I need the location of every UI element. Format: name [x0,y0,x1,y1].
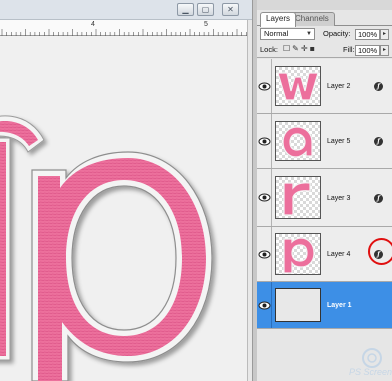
eye-icon[interactable] [258,192,271,203]
chevron-right-icon: ▸ [382,31,386,37]
fill-field[interactable]: 100% [355,45,380,56]
fill-label: Fill: [343,45,355,54]
canvas[interactable] [0,37,247,381]
watermark-text: PS Screen [348,367,392,377]
document-window: ▁ ▢ ✕ 4 5 [0,0,253,381]
palette-tabs: Layers Channels [257,10,392,27]
maximize-icon: ▢ [201,5,210,14]
tab-layers[interactable]: Layers [260,12,297,27]
fill-arrow-button[interactable]: ▸ [380,45,389,56]
opacity-arrow-button[interactable]: ▸ [380,29,389,40]
lock-transparency-icon[interactable]: ☐ [283,44,292,53]
lock-fill-row: Lock: ☐✎✛▪ Fill: 100% ▸ [257,43,392,58]
thumbnail-letter-w [277,72,319,101]
opacity-label: Opacity: [323,29,351,38]
layers-palette: Layers Channels Normal ▼ Opacity: 100% ▸… [257,0,392,381]
lock-label: Lock: [260,45,278,54]
lock-all-icon[interactable]: ▪ [310,44,317,53]
lock-position-icon[interactable]: ✛ [301,44,310,53]
layer-effects-icon[interactable]: ƒ [374,82,383,91]
layer-name[interactable]: Layer 5 [327,138,350,145]
thumbnail-letter-r [283,182,311,216]
chevron-down-icon: ▼ [306,31,312,37]
opacity-field[interactable]: 100% [355,29,380,40]
layer-thumbnail [275,288,321,322]
layer-effects-icon[interactable]: ƒ [374,137,383,146]
warp-p-letter-artwork [0,115,213,381]
eye-icon[interactable] [258,81,271,92]
thumbnail-letter-p [283,237,315,274]
ruler-ticks [1,29,247,36]
layer-name[interactable]: Layer 4 [327,251,350,258]
eye-icon[interactable] [258,300,271,311]
layer-row-layer-1[interactable]: Layer 1 [257,282,392,329]
layer-row-layer-3[interactable]: Layer 3 ƒ [257,169,392,227]
close-icon: ✕ [227,5,234,14]
close-button[interactable]: ✕ [222,3,239,16]
layer-row-layer-2[interactable]: Layer 2 ƒ [257,59,392,114]
layer-effects-icon[interactable]: ƒ [374,194,383,203]
photoshop-screen: ▁ ▢ ✕ 4 5 Layers Channels Normal ▼ Opaci… [0,0,392,381]
layer-name[interactable]: Layer 3 [327,195,350,202]
annotation-circle [368,238,392,265]
maximize-button[interactable]: ▢ [197,3,214,16]
document-titlebar: ▁ ▢ ✕ [0,0,252,20]
minimize-button[interactable]: ▁ [177,3,194,16]
watermark: PS Screen [338,347,392,379]
ruler-number-4: 4 [91,21,95,28]
minimize-icon: ▁ [182,5,189,14]
chevron-right-icon: ▸ [382,47,386,53]
horizontal-ruler: 4 5 [0,20,247,36]
lock-icons: ☐✎✛▪ [283,44,317,53]
layer-thumbnail [275,121,321,161]
lock-paint-icon[interactable]: ✎ [292,44,301,53]
layer-thumbnail [275,176,321,219]
layer-thumbnail [275,233,321,275]
ruler-number-5: 5 [204,21,208,28]
eye-icon[interactable] [258,249,271,260]
layer-thumbnail [275,66,321,106]
eye-icon[interactable] [258,136,271,147]
layer-name[interactable]: Layer 1 [327,302,352,309]
letter-p [31,151,213,381]
palette-top-strip [257,0,392,10]
layers-list: Layer 2 ƒ Layer 5 ƒ Layer 3 ƒ Layer 4 ƒ … [257,59,392,381]
blend-opacity-row: Normal ▼ Opacity: 100% ▸ [257,27,392,42]
layer-name[interactable]: Layer 2 [327,83,350,90]
blend-mode-select[interactable]: Normal ▼ [260,28,315,40]
camera-lens-logo [362,348,382,368]
thumbnail-letter-a [282,126,313,158]
blend-mode-value: Normal [264,29,289,38]
layer-row-layer-5[interactable]: Layer 5 ƒ [257,114,392,169]
